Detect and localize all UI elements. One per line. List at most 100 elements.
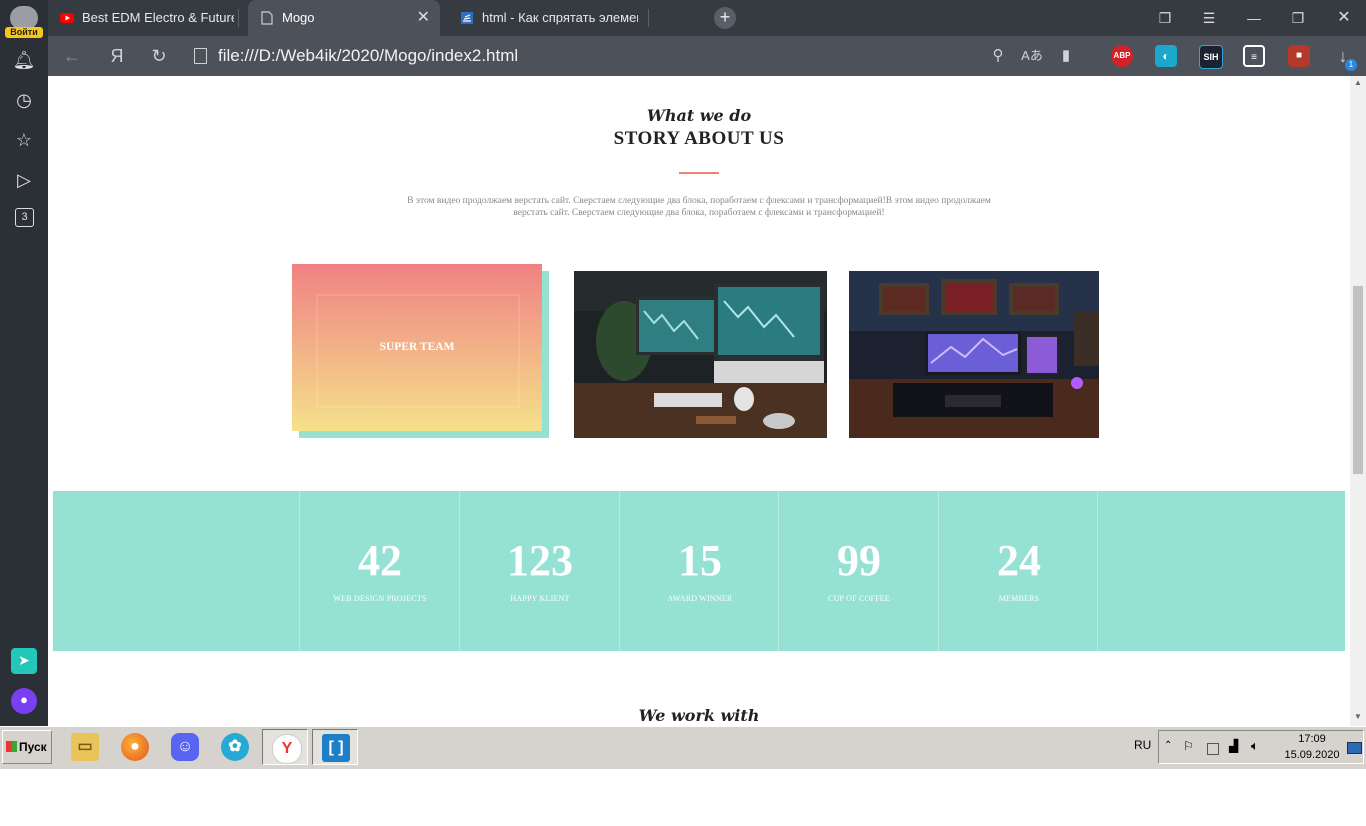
address-row: ← Я ↻ file:///D:/Web4ik/2020/Mogo/index2… <box>48 36 1366 76</box>
volume-icon[interactable]: 🔈︎ <box>1251 738 1259 754</box>
brackets-icon: [ ] <box>322 734 350 762</box>
close-window-icon[interactable]: ✕ <box>1332 6 1356 30</box>
stat-number: 24 <box>997 536 1041 585</box>
alice-icon[interactable]: ● <box>11 688 37 714</box>
menu-icon[interactable]: ☰ <box>1197 6 1221 30</box>
translate-icon[interactable]: Aあ <box>1020 44 1044 68</box>
taskbar-brackets[interactable]: [ ] <box>312 729 358 765</box>
start-label: Пуск <box>19 740 47 754</box>
zoom-icon[interactable]: ⚲ <box>986 44 1010 68</box>
tab-manager-icon[interactable]: ❐ <box>1153 6 1177 30</box>
reload-icon[interactable]: ↻ <box>147 44 171 68</box>
tab-stackoverflow[interactable]: html - Как спрятать элемент <box>448 2 638 34</box>
clock-date[interactable]: 15.09.2020 <box>1278 749 1346 761</box>
title-divider <box>679 172 719 174</box>
flag-icon[interactable]: ⚐ <box>1183 739 1195 753</box>
login-button[interactable]: Войти <box>5 27 43 38</box>
tab-separator <box>648 9 649 27</box>
stat-happy-klient: 123 HAPPY KLIENT <box>459 491 619 651</box>
yandex-button[interactable]: Я <box>105 44 129 68</box>
new-tab-button[interactable]: + <box>714 7 736 29</box>
tab-youtube[interactable]: Best EDM Electro & Future <box>48 2 234 34</box>
tab-title: Mogo <box>282 10 315 25</box>
page-scrollbar[interactable]: ▲ ▼ <box>1350 76 1366 726</box>
windows-logo-icon <box>6 741 17 752</box>
stat-number: 99 <box>837 536 881 585</box>
restore-icon[interactable]: ❐ <box>1286 6 1310 30</box>
downloads-count: 1 <box>1345 59 1357 71</box>
team-card-label: SUPER TEAM <box>379 341 455 353</box>
network-icon[interactable]: ▟ <box>1229 739 1238 753</box>
extension-icon[interactable]: ◐ <box>1155 45 1177 67</box>
language-indicator[interactable]: RU <box>1134 738 1151 752</box>
workspace-photo-2[interactable] <box>849 271 1099 438</box>
close-tab-icon[interactable]: ✕ <box>417 0 430 36</box>
star-icon[interactable]: ☆ <box>12 128 36 152</box>
scroll-down-icon[interactable]: ▼ <box>1354 712 1362 721</box>
taskbar-explorer[interactable]: ▭ <box>62 729 108 765</box>
workspace-photo-1[interactable] <box>574 271 827 438</box>
tray-expand-icon[interactable]: ⌃ <box>1164 740 1172 751</box>
adblock-icon[interactable]: ABP <box>1111 45 1133 67</box>
stat-label: CUP OF COFFEE <box>828 594 890 603</box>
firefox-icon: ● <box>121 733 149 761</box>
folder-icon: ▭ <box>71 733 99 761</box>
stackoverflow-icon <box>461 12 473 24</box>
url-text: file:///D:/Web4ik/2020/Mogo/index2.html <box>218 46 519 65</box>
stats-band: 42 WEB DESIGN PROJECTS 123 HAPPY KLIENT … <box>53 491 1345 651</box>
tab-title: html - Как спрятать элемент <box>482 10 638 25</box>
page-icon <box>261 11 273 25</box>
page-viewport: What we do STORY ABOUT US В этом видео п… <box>48 76 1350 726</box>
minimize-icon[interactable]: — <box>1242 6 1266 30</box>
tab-separator <box>238 9 239 27</box>
tab-mogo[interactable]: Mogo ✕ <box>248 0 440 36</box>
workspace-image-2 <box>849 271 1099 438</box>
tabs-count-icon[interactable]: 3 <box>15 208 34 227</box>
tab-strip: Best EDM Electro & Future Mogo ✕ html - … <box>48 0 1366 36</box>
taskbar-app4[interactable]: ✿ <box>212 729 258 765</box>
yandex-browser-icon: Y <box>272 734 302 764</box>
show-desktop-icon[interactable] <box>1347 742 1362 754</box>
team-card[interactable]: SUPER TEAM <box>292 264 542 431</box>
start-button[interactable]: Пуск <box>2 730 52 764</box>
taskbar-firefox[interactable]: ● <box>112 729 158 765</box>
stat-web-design: 42 WEB DESIGN PROJECTS <box>299 491 459 651</box>
browser-topbar: Best EDM Electro & Future Mogo ✕ html - … <box>0 0 1366 76</box>
history-icon[interactable]: ◷ <box>12 88 36 112</box>
page-icon <box>194 48 207 64</box>
section-text: В этом видео продолжаем верстать сайт. С… <box>407 196 991 218</box>
usb-icon[interactable] <box>1207 743 1219 755</box>
os-taskbar: Пуск ▭ ● ☺ ✿ Y [ ] RU ⌃ ⚐ ▟ 🔈︎ 17:09 15.… <box>0 726 1366 769</box>
sih-icon[interactable]: SIH <box>1199 45 1223 69</box>
stat-members: 24 MEMBERS <box>938 491 1098 651</box>
chat-icon[interactable]: ≡ <box>1243 45 1265 67</box>
stat-number: 123 <box>507 536 573 585</box>
stat-award-winner: 15 AWARD WINNER <box>619 491 779 651</box>
extension-badge-icon[interactable]: ■ <box>1288 45 1310 67</box>
bell-icon[interactable]: 🔔︎ <box>12 48 36 72</box>
taskbar-yandex-browser[interactable]: Y <box>262 729 308 765</box>
youtube-icon <box>60 13 74 23</box>
back-icon[interactable]: ← <box>60 44 84 68</box>
stat-label: AWARD WINNER <box>667 594 733 603</box>
stat-number: 42 <box>358 536 402 585</box>
tab-title: Best EDM Electro & Future <box>82 10 234 25</box>
workspace-image-1 <box>574 271 827 438</box>
stat-label: WEB DESIGN PROJECTS <box>333 594 427 603</box>
stat-label: MEMBERS <box>998 594 1040 603</box>
stat-cup-of-coffee: 99 CUP OF COFFEE <box>778 491 938 651</box>
taskbar-discord[interactable]: ☺ <box>162 729 208 765</box>
bookmark-icon[interactable]: ▮ <box>1054 44 1078 68</box>
section-eyebrow: What we do <box>646 106 752 125</box>
next-section-eyebrow: We work with <box>638 706 760 725</box>
play-icon[interactable]: ▷ <box>12 168 36 192</box>
scrollbar-thumb[interactable] <box>1353 286 1363 474</box>
browser-sidebar: Войти 🔔︎ ◷ ☆ ▷ 3 ➤ ● <box>0 0 48 726</box>
scroll-up-icon[interactable]: ▲ <box>1354 78 1362 87</box>
stat-number: 15 <box>678 536 722 585</box>
address-bar[interactable]: file:///D:/Web4ik/2020/Mogo/index2.html <box>188 41 978 71</box>
messenger-icon[interactable]: ➤ <box>11 648 37 674</box>
stat-label: HAPPY KLIENT <box>510 594 570 603</box>
clock-time[interactable]: 17:09 <box>1290 733 1334 745</box>
section-title: STORY ABOUT US <box>613 128 785 149</box>
